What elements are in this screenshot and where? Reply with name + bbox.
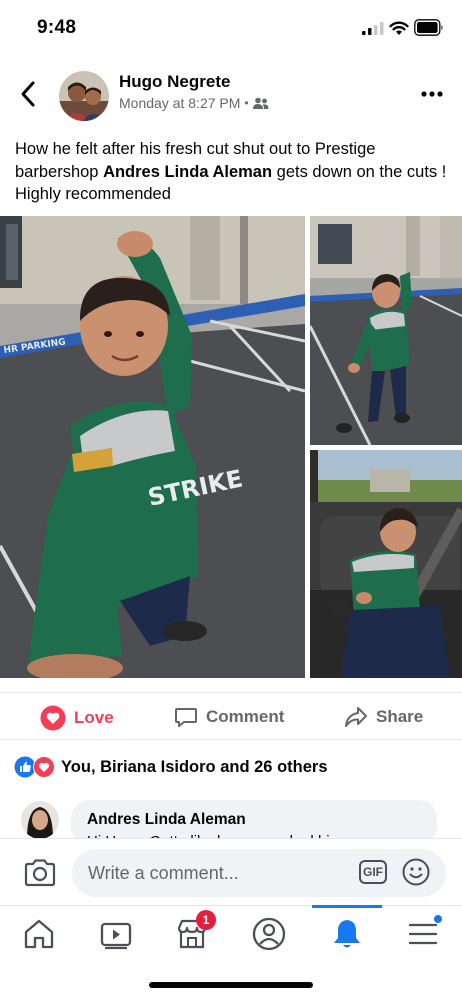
love-icon	[33, 756, 55, 778]
home-indicator[interactable]	[149, 982, 313, 988]
more-options-icon[interactable]	[420, 84, 444, 104]
commenter-name[interactable]: Andres Linda Aleman	[87, 811, 421, 829]
post-meta: Monday at 8:27 PM •	[119, 95, 269, 111]
menu-notification-dot	[433, 914, 443, 924]
love-label: Love	[74, 708, 114, 727]
share-label: Share	[376, 707, 424, 726]
watch-icon[interactable]	[98, 916, 134, 952]
back-arrow-icon[interactable]	[18, 80, 38, 108]
commenter-avatar[interactable]	[21, 801, 59, 839]
comment-button[interactable]: Comment	[174, 705, 284, 729]
post-actions-bar: Love Comment Share	[0, 692, 462, 740]
battery-icon	[414, 19, 443, 36]
emoji-icon[interactable]	[402, 858, 430, 886]
post-timestamp[interactable]: Monday at 8:27 PM	[119, 95, 240, 111]
love-button[interactable]: Love	[40, 705, 114, 731]
active-tab-indicator	[312, 905, 382, 908]
post-photo-3[interactable]	[310, 450, 462, 678]
reactions-summary[interactable]: You, Biriana Isidoro and 26 others	[14, 756, 328, 778]
share-icon	[345, 707, 367, 727]
post-text: How he felt after his fresh cut shut out…	[15, 138, 447, 206]
gif-button[interactable]: GIF	[359, 860, 387, 884]
friends-icon	[252, 97, 269, 109]
comment-composer: Write a comment... GIF	[0, 838, 462, 906]
post-photo-2[interactable]	[310, 216, 462, 445]
marketplace-badge: 1	[196, 910, 216, 930]
comment-input[interactable]: Write a comment... GIF	[72, 849, 446, 897]
cellular-signal-icon	[362, 22, 384, 35]
profile-icon[interactable]	[251, 916, 287, 952]
comment-icon	[175, 708, 197, 727]
comment-input-placeholder: Write a comment...	[88, 863, 239, 883]
author-name[interactable]: Hugo Negrete	[119, 72, 230, 92]
reactions-text: You, Biriana Isidoro and 26 others	[61, 757, 328, 776]
camera-icon[interactable]	[23, 858, 57, 888]
status-time: 9:48	[37, 17, 77, 38]
wifi-icon	[389, 21, 409, 35]
love-reaction-icon	[40, 705, 66, 731]
comment-label: Comment	[206, 707, 285, 726]
author-avatar[interactable]	[59, 71, 109, 121]
notifications-icon[interactable]	[329, 916, 365, 952]
post-photo-main[interactable]: HR PARKING STRIKE	[0, 216, 305, 678]
share-button[interactable]: Share	[344, 705, 423, 729]
meta-separator-dot: •	[244, 96, 249, 110]
status-bar: 9:48	[0, 0, 462, 56]
home-icon[interactable]	[21, 916, 57, 952]
tagged-user-link[interactable]: Andres Linda Aleman	[103, 163, 272, 181]
